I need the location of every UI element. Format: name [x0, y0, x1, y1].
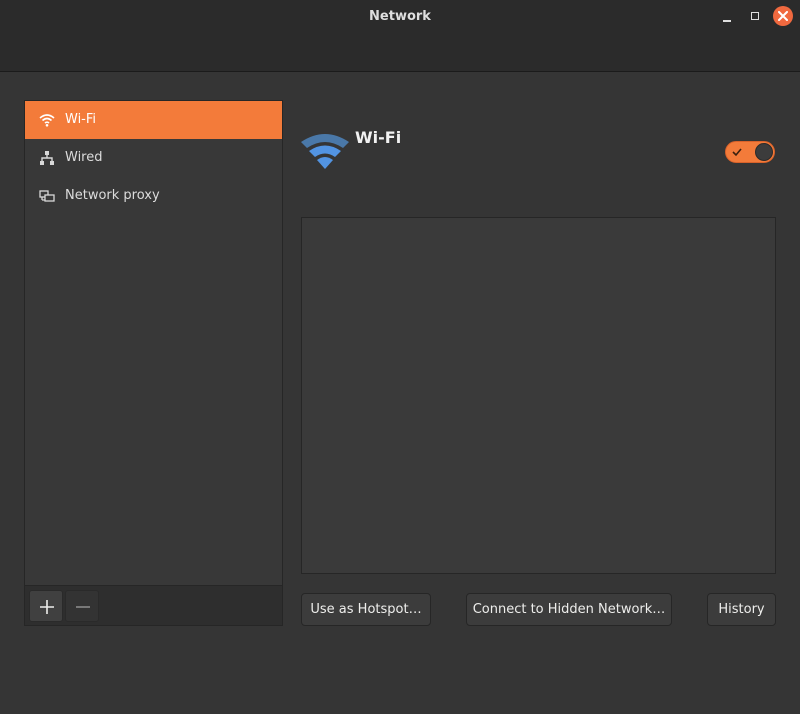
- wired-network-icon: [40, 151, 54, 165]
- add-connection-button[interactable]: [29, 590, 63, 622]
- sidebar-item-label: Wired: [65, 150, 103, 165]
- use-as-hotspot-button[interactable]: Use as Hotspot…: [301, 593, 431, 626]
- history-button[interactable]: History: [707, 593, 776, 626]
- page-title: Wi-Fi: [355, 128, 402, 147]
- sidebar-item-wifi[interactable]: Wi-Fi: [25, 101, 282, 139]
- close-icon: [778, 11, 788, 21]
- minus-icon: [76, 606, 90, 608]
- title-bar: Network: [0, 0, 800, 72]
- maximize-button[interactable]: [745, 6, 765, 26]
- connect-hidden-network-button[interactable]: Connect to Hidden Network…: [466, 593, 672, 626]
- network-window: Network Wi-Fi Wired Network proxy Wi-Fi …: [0, 0, 800, 714]
- sidebar-toolbar: [25, 585, 282, 625]
- sidebar-item-label: Wi-Fi: [65, 112, 97, 127]
- remove-connection-button[interactable]: [65, 590, 99, 622]
- network-proxy-icon: [39, 190, 55, 202]
- sidebar-item-label: Network proxy: [65, 188, 160, 203]
- minimize-button[interactable]: [717, 6, 737, 26]
- window-title: Network: [369, 9, 431, 24]
- checkmark-icon: [732, 148, 742, 157]
- network-list: [301, 217, 776, 574]
- sidebar-item-network-proxy[interactable]: Network proxy: [25, 177, 282, 215]
- plus-icon: [40, 600, 54, 614]
- toggle-knob: [755, 143, 773, 161]
- sidebar-item-wired[interactable]: Wired: [25, 139, 282, 177]
- wifi-icon: [301, 134, 349, 169]
- close-button[interactable]: [773, 6, 793, 26]
- wifi-icon: [39, 114, 55, 127]
- wifi-toggle[interactable]: [725, 141, 775, 163]
- sidebar: Wi-Fi Wired Network proxy: [24, 100, 283, 626]
